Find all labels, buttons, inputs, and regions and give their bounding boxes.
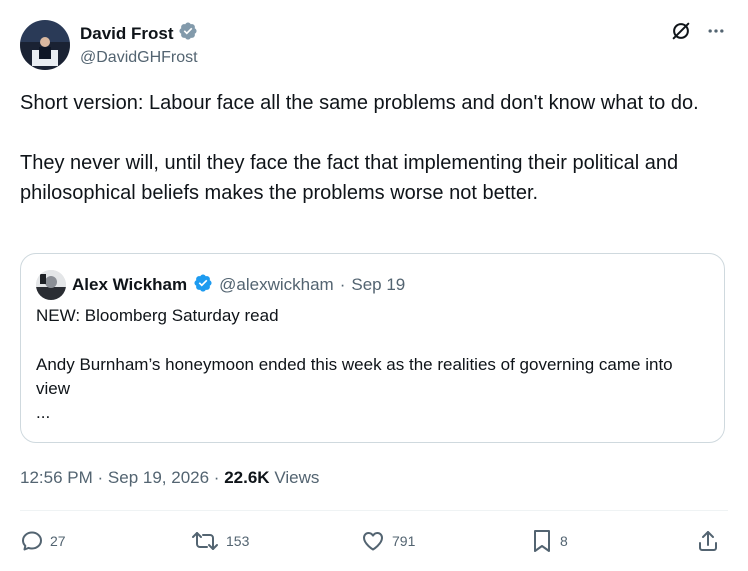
views-count[interactable]: 22.6K — [224, 468, 269, 487]
repost-button[interactable]: 153 — [190, 524, 249, 558]
quoted-tweet[interactable]: Alex Wickham @alexwickham · Sep 19 NEW: … — [20, 253, 725, 443]
action-bar: 27 153 791 8 — [20, 524, 728, 558]
tweet-text: Short version: Labour face all the same … — [20, 88, 730, 208]
bookmark-button[interactable]: 8 — [530, 524, 568, 558]
author-name[interactable]: David Frost — [80, 23, 174, 45]
quoted-tweet-header: Alex Wickham @alexwickham · Sep 19 — [36, 270, 405, 300]
grok-icon[interactable] — [670, 20, 692, 42]
quoted-line: Andy Burnham’s honeymoon ended this week… — [36, 355, 673, 398]
verified-badge-icon — [178, 21, 198, 46]
like-button[interactable]: 791 — [360, 524, 415, 558]
quoted-line: NEW: Bloomberg Saturday read — [36, 306, 279, 325]
meta-separator: · — [97, 468, 104, 487]
author-avatar[interactable] — [20, 20, 70, 70]
repost-count: 153 — [226, 533, 250, 549]
heart-icon — [360, 529, 386, 553]
bookmark-icon — [530, 528, 554, 554]
quoted-date: Sep 19 — [351, 275, 406, 294]
reply-button[interactable]: 27 — [20, 524, 66, 558]
tweet-meta: 12:56 PM · Sep 19, 2026 · 22.6K Views — [20, 466, 319, 490]
tweet-paragraph: They never will, until they face the fac… — [20, 152, 679, 204]
author-name-row: David Frost — [80, 21, 198, 46]
divider — [20, 510, 728, 511]
tweet-time[interactable]: 12:56 PM — [20, 468, 93, 487]
share-button[interactable] — [696, 524, 720, 558]
quoted-author-name: Alex Wickham — [72, 275, 188, 294]
reply-icon — [20, 529, 44, 553]
views-label: Views — [274, 468, 320, 487]
share-icon — [696, 529, 720, 553]
tweet-paragraph: Short version: Labour face all the same … — [20, 92, 699, 114]
meta-separator: · — [213, 468, 220, 487]
verified-badge-icon — [193, 273, 213, 298]
tweet-date[interactable]: Sep 19, 2026 — [108, 468, 209, 487]
quoted-author-avatar — [36, 270, 66, 300]
bookmark-count: 8 — [560, 533, 568, 549]
quoted-tweet-text: NEW: Bloomberg Saturday read Andy Burnha… — [36, 304, 706, 425]
quoted-author-handle: @alexwickham — [219, 275, 334, 294]
reply-count: 27 — [50, 533, 66, 549]
tweet-top-actions — [670, 20, 726, 42]
like-count: 791 — [392, 533, 416, 549]
meta-separator: · — [339, 275, 346, 294]
quoted-ellipsis: ... — [36, 403, 51, 422]
author-handle[interactable]: @DavidGHFrost — [80, 47, 198, 69]
repost-icon — [190, 529, 220, 553]
more-icon[interactable] — [706, 21, 726, 41]
